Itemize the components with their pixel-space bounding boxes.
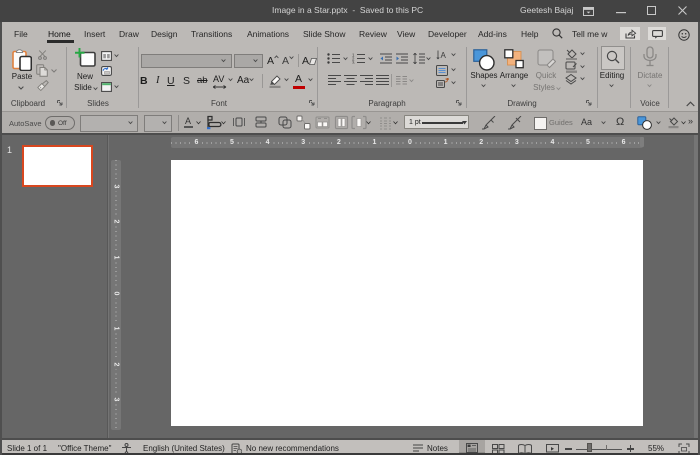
svg-text:A: A [441,51,447,60]
svg-text:3: 3 [352,60,355,64]
